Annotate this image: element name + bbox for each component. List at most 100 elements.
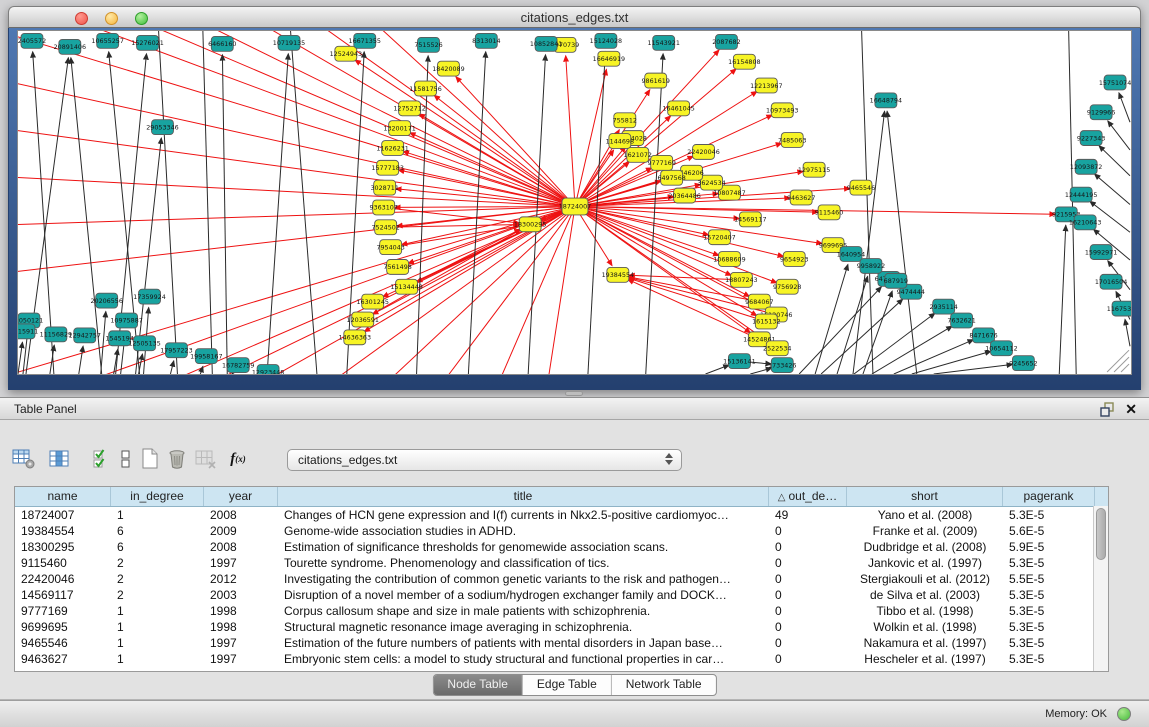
graph-node[interactable]: 2405572 <box>18 33 46 48</box>
graph-node[interactable]: 6497568 <box>657 170 685 185</box>
close-panel-icon[interactable]: ✕ <box>1125 400 1137 418</box>
graph-edge[interactable] <box>18 206 575 229</box>
graph-node[interactable]: 9245652 <box>1009 356 1037 371</box>
table-row[interactable]: 946362711997Embryonic stem cells: a mode… <box>15 651 1108 667</box>
panel-divider-handle[interactable] <box>565 391 583 396</box>
graph-edge[interactable] <box>912 351 991 374</box>
table-select-dropdown[interactable]: citations_edges.txt <box>287 449 682 471</box>
graph-node[interactable]: 9463627 <box>787 190 815 205</box>
table-row[interactable]: 977716911998Corpus callosum shape and si… <box>15 603 1108 619</box>
table-row[interactable]: 1872400712008Changes of HCN gene express… <box>15 507 1108 523</box>
graph-node[interactable]: 9756928 <box>773 279 801 294</box>
tab-network-table[interactable]: Network Table <box>611 675 716 695</box>
graph-node[interactable]: 9363107 <box>369 200 397 215</box>
show-columns-icon[interactable] <box>46 446 74 472</box>
graph-edge[interactable] <box>18 342 22 374</box>
graph-node[interactable]: 12942757 <box>69 328 101 343</box>
graph-node[interactable]: 18420089 <box>432 61 464 76</box>
table-row[interactable]: 1830029562008Estimation of significance … <box>15 539 1108 555</box>
graph-node[interactable]: 11543921 <box>647 35 679 50</box>
graph-edge[interactable] <box>706 365 730 374</box>
delete-column-icon[interactable] <box>163 446 191 472</box>
graph-edge[interactable] <box>887 111 917 374</box>
import-table-icon[interactable] <box>192 446 220 472</box>
graph-edge[interactable] <box>1125 319 1130 346</box>
graph-edge[interactable] <box>18 206 575 288</box>
graph-edge[interactable] <box>101 312 106 374</box>
graph-node[interactable]: 2087682 <box>712 34 740 49</box>
graph-node[interactable]: 10655257 <box>91 33 123 48</box>
graph-node[interactable]: 17359924 <box>133 289 165 304</box>
column-header-year[interactable]: year <box>204 487 278 506</box>
graph-node[interactable]: 2935114 <box>929 299 957 314</box>
table-row[interactable]: 911546021997Tourette syndrome. Phenomeno… <box>15 555 1108 571</box>
graph-node[interactable]: 15136141 <box>723 354 755 369</box>
graph-edge[interactable] <box>408 206 575 263</box>
graph-edge[interactable] <box>863 291 892 374</box>
graph-edge[interactable] <box>861 31 873 374</box>
tab-node-table[interactable]: Node Table <box>433 675 522 695</box>
graph-node[interactable]: 12444195 <box>1065 187 1097 202</box>
graph-edge[interactable] <box>391 226 520 247</box>
graph-edge[interactable] <box>1119 93 1130 122</box>
graph-node[interactable]: 7485063 <box>778 133 806 148</box>
graph-node[interactable]: 15720407 <box>703 230 735 245</box>
graph-edge[interactable] <box>1108 121 1130 150</box>
graph-node[interactable]: 755812 <box>613 113 637 128</box>
graph-edge[interactable] <box>1059 225 1065 374</box>
graph-node[interactable]: 15751074 <box>1099 75 1131 90</box>
new-column-icon[interactable] <box>136 446 164 472</box>
graph-node[interactable]: 1621072 <box>624 147 652 162</box>
graph-edge[interactable] <box>894 340 974 374</box>
graph-node[interactable]: 10688609 <box>713 252 745 267</box>
graph-edge[interactable] <box>18 206 575 374</box>
table-mode-icon[interactable] <box>10 446 38 472</box>
graph-node[interactable]: 6466160 <box>208 36 236 51</box>
column-header-short[interactable]: short <box>847 487 1003 506</box>
float-panel-icon[interactable] <box>1100 402 1115 417</box>
graph-node[interactable]: 7954043 <box>376 240 404 255</box>
graph-node[interactable]: 7524502 <box>371 220 399 235</box>
function-builder-icon[interactable]: f(x) <box>224 446 252 472</box>
column-header-in_degree[interactable]: in_degree <box>111 487 204 506</box>
graph-edge[interactable] <box>575 69 606 206</box>
graph-node[interactable]: 12213967 <box>750 78 782 93</box>
graph-edge[interactable] <box>419 114 575 207</box>
graph-edge[interactable] <box>289 31 317 374</box>
graph-node[interactable]: 17016504 <box>1095 274 1127 289</box>
graph-edge[interactable] <box>575 146 626 206</box>
graph-edge[interactable] <box>1094 174 1130 205</box>
window-titlebar[interactable]: citations_edges.txt <box>8 6 1141 28</box>
graph-edge[interactable] <box>934 364 1013 374</box>
table-row[interactable]: 1456911722003Disruption of a novel membe… <box>15 587 1108 603</box>
graph-node[interactable]: 12093872 <box>1070 159 1102 174</box>
graph-node[interactable]: 16461045 <box>662 101 694 116</box>
graph-edge[interactable] <box>1068 31 1076 374</box>
network-graph[interactable]: 1872400716154808122139671097349374850631… <box>18 31 1131 374</box>
graph-node[interactable]: 687919 <box>884 273 908 288</box>
graph-node[interactable]: 16646919 <box>593 51 625 66</box>
graph-edge[interactable] <box>58 31 575 206</box>
graph-node[interactable]: 20364486 <box>668 188 700 203</box>
graph-node[interactable]: 9654923 <box>780 252 808 267</box>
graph-node[interactable]: 10719135 <box>273 35 305 50</box>
graph-edge[interactable] <box>79 346 83 374</box>
graph-node[interactable]: 7561498 <box>383 260 411 275</box>
graph-edge[interactable] <box>1099 146 1130 176</box>
graph-edge[interactable] <box>815 265 848 374</box>
graph-node[interactable]: 8313014 <box>472 33 500 48</box>
resize-grip[interactable] <box>1107 350 1129 372</box>
graph-edge[interactable] <box>202 31 212 374</box>
table-row[interactable]: 2242004622012Investigating the contribut… <box>15 571 1108 587</box>
graph-edge[interactable] <box>575 206 822 243</box>
graph-edge[interactable] <box>267 54 288 374</box>
graph-edge[interactable] <box>628 279 760 339</box>
graph-node[interactable]: 14636363 <box>339 330 371 345</box>
graph-edge[interactable] <box>170 361 173 374</box>
graph-node[interactable]: 29053346 <box>146 120 178 135</box>
table-row[interactable]: 1938455462009Genome-wide association stu… <box>15 523 1108 539</box>
graph-node[interactable]: 3915911 <box>18 324 38 339</box>
column-header-name[interactable]: name <box>15 487 111 506</box>
graph-hub-node[interactable]: 18724007 <box>559 198 591 215</box>
graph-node[interactable]: 20891406 <box>54 39 86 54</box>
